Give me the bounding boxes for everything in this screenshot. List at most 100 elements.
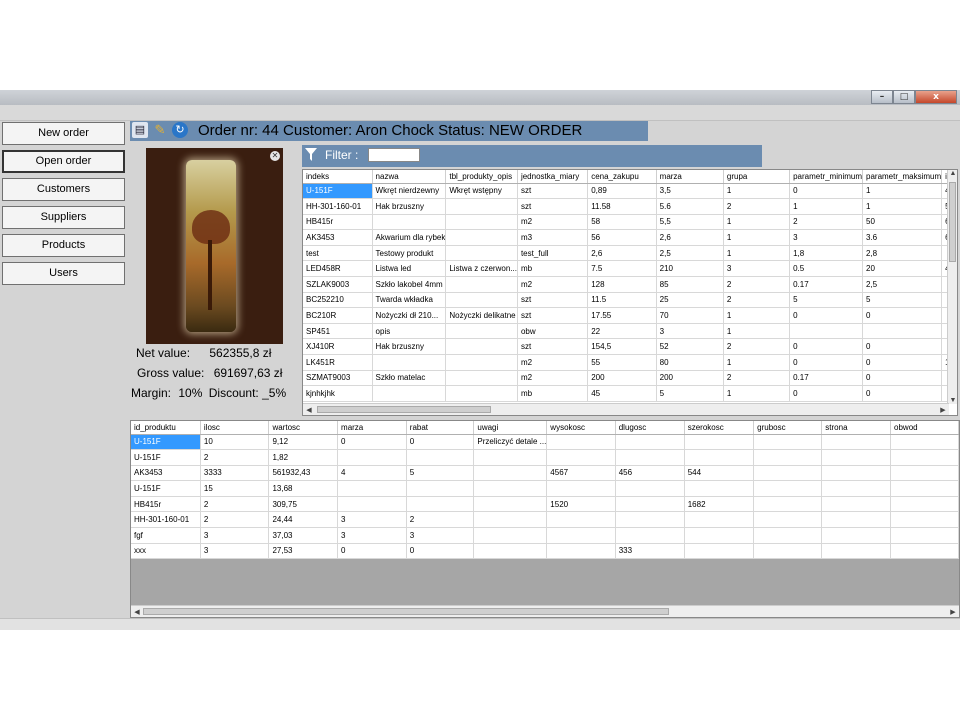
order-item-row[interactable]: U-151F 10 9,12 0 0 Przeliczyć detale ... <box>131 434 959 451</box>
order-item-row[interactable]: U-151F 2 1,82 <box>131 449 959 466</box>
cell-parametr-maksimum[interactable]: 0 <box>862 370 943 387</box>
scroll-down-icon[interactable]: ▼ <box>948 397 957 404</box>
cell-obwod[interactable] <box>890 543 959 560</box>
column-header-tbl-produkty-opis[interactable]: tbl_produkty_opis <box>445 170 518 184</box>
product-row[interactable]: SP451 opis obw 22 3 1 <box>303 323 957 340</box>
cell-grupa[interactable]: 1 <box>723 323 791 340</box>
cell-parametr-minimum[interactable]: 0.17 <box>789 370 863 387</box>
minimize-button[interactable]: – <box>871 90 893 104</box>
cell-grupa[interactable]: 1 <box>723 183 791 200</box>
cell-parametr-maksimum[interactable]: 1 <box>862 198 943 215</box>
cell-parametr-maksimum[interactable]: 5 <box>862 292 943 309</box>
column-header-grubosc[interactable]: grubosc <box>753 421 823 435</box>
open-order-button[interactable]: Open order <box>2 150 125 173</box>
column-header-id-produktu[interactable]: id_produktu <box>131 421 201 435</box>
cell-grupa[interactable]: 1 <box>723 214 791 231</box>
cell-dlugosc[interactable] <box>615 449 685 466</box>
cell-parametr-minimum[interactable]: 0.5 <box>789 260 863 278</box>
product-row[interactable]: kjnhkjhk mb 45 5 1 0 0 <box>303 385 957 402</box>
cell-nazwa[interactable]: Szkło lakobel 4mm <box>372 276 447 293</box>
order-item-row[interactable]: fgf 3 37,03 3 3 <box>131 527 959 544</box>
cell-jednostka-miary[interactable]: m2 <box>517 354 589 371</box>
cell-wartosc[interactable]: 27,53 <box>268 543 339 560</box>
column-header-rabat[interactable]: rabat <box>406 421 475 435</box>
refresh-icon[interactable]: ↻ <box>172 122 188 138</box>
cell-uwagi[interactable] <box>473 511 548 529</box>
cell-parametr-minimum[interactable]: 0.17 <box>789 276 863 293</box>
cell-grupa[interactable]: 2 <box>723 338 791 356</box>
cell-jednostka-miary[interactable]: szt <box>517 183 589 200</box>
cell-wartosc[interactable]: 13,68 <box>268 480 339 497</box>
cell-cena-zakupu[interactable]: 7.5 <box>587 260 657 278</box>
cell-uwagi[interactable] <box>473 543 548 560</box>
cell-rabat[interactable]: 3 <box>406 527 475 544</box>
cell-nazwa[interactable]: Listwa led <box>372 260 447 278</box>
cell-nazwa[interactable]: Hak brzuszny <box>372 198 447 215</box>
cell-marza[interactable] <box>337 449 407 466</box>
cell-cena-zakupu[interactable]: 17.55 <box>587 307 657 324</box>
cell-jednostka-miary[interactable]: mb <box>517 260 589 278</box>
product-row[interactable]: LED458R Listwa led Listwa z czerwon... mb 7.… <box>303 260 957 278</box>
cell-tbl-produkty-opis[interactable] <box>445 214 518 231</box>
cell-obwod[interactable] <box>890 465 959 482</box>
cell-tbl-produkty-opis[interactable]: Wkręt wstępny <box>445 183 518 200</box>
cell-cena-zakupu[interactable]: 0,89 <box>587 183 657 200</box>
column-header-obwod[interactable]: obwod <box>890 421 959 435</box>
cell-dlugosc[interactable] <box>615 527 685 544</box>
cell-dlugosc[interactable] <box>615 480 685 497</box>
cell-wysokosc[interactable] <box>546 543 616 560</box>
cell-tbl-produkty-opis[interactable] <box>445 229 518 246</box>
cell-parametr-maksimum[interactable]: 20 <box>862 260 943 278</box>
cell-tbl-produkty-opis[interactable]: Nożyczki delikatne <box>445 307 518 324</box>
cell-parametr-minimum[interactable]: 0 <box>789 183 863 200</box>
cell-parametr-maksimum[interactable]: 0 <box>862 307 943 324</box>
cell-obwod[interactable] <box>890 449 959 466</box>
cell-grupa[interactable]: 3 <box>723 260 791 278</box>
cell-marza[interactable]: 5,5 <box>656 214 724 231</box>
cell-indeks[interactable]: SP451 <box>303 323 373 340</box>
column-header-szerokosc[interactable]: szerokosc <box>684 421 755 435</box>
cell-nazwa[interactable]: opis <box>372 323 447 340</box>
printer-icon[interactable]: ▤ <box>132 122 148 138</box>
column-header-wysokosc[interactable]: wysokosc <box>546 421 616 435</box>
cell-wartosc[interactable]: 37,03 <box>268 527 339 544</box>
cell-wysokosc[interactable]: 4567 <box>546 465 616 482</box>
cell-jednostka-miary[interactable]: m2 <box>517 370 589 387</box>
cell-grupa[interactable]: 2 <box>723 276 791 293</box>
cell-marza[interactable]: 2,5 <box>656 245 724 262</box>
cell-strona[interactable] <box>821 543 892 560</box>
cell-strona[interactable] <box>821 480 892 497</box>
cell-wartosc[interactable]: 309,75 <box>268 496 339 513</box>
cell-szerokosc[interactable]: 1682 <box>684 496 755 513</box>
cell-grupa[interactable]: 1 <box>723 229 791 246</box>
cell-cena-zakupu[interactable]: 11.58 <box>587 198 657 215</box>
cell-ilosc[interactable]: 2 <box>200 449 270 466</box>
cell-jednostka-miary[interactable]: obw <box>517 323 589 340</box>
order-item-row[interactable]: U-151F 15 13,68 <box>131 480 959 497</box>
cell-grubosc[interactable] <box>753 543 823 560</box>
cell-id-produktu[interactable]: fgf <box>131 527 201 544</box>
cell-indeks[interactable]: LED458R <box>303 260 373 278</box>
cell-jednostka-miary[interactable]: szt <box>517 307 589 324</box>
cell-uwagi[interactable] <box>473 449 548 466</box>
cell-rabat[interactable]: 5 <box>406 465 475 482</box>
cell-grubosc[interactable] <box>753 449 823 466</box>
cell-parametr-minimum[interactable]: 0 <box>789 307 863 324</box>
cell-marza[interactable]: 5.6 <box>656 198 724 215</box>
cell-nazwa[interactable]: Hak brzuszny <box>372 338 447 356</box>
cell-parametr-maksimum[interactable]: 1 <box>862 183 943 200</box>
cell-cena-zakupu[interactable]: 58 <box>587 214 657 231</box>
cell-tbl-produkty-opis[interactable] <box>445 338 518 356</box>
cell-tbl-produkty-opis[interactable] <box>445 292 518 309</box>
cell-tbl-produkty-opis[interactable] <box>445 276 518 293</box>
cell-wysokosc[interactable] <box>546 527 616 544</box>
cell-tbl-produkty-opis[interactable] <box>445 198 518 215</box>
cell-cena-zakupu[interactable]: 45 <box>587 385 657 402</box>
product-row[interactable]: AK3453Akwarium dla rybekm3562,6133.66 <box>303 229 957 246</box>
cell-jednostka-miary[interactable]: szt <box>517 198 589 215</box>
cell-parametr-minimum[interactable]: 5 <box>789 292 863 309</box>
cell-parametr-maksimum[interactable]: 0 <box>862 338 943 356</box>
cell-parametr-minimum[interactable]: 2 <box>789 214 863 231</box>
cell-marza[interactable]: 0 <box>337 543 407 560</box>
cell-tbl-produkty-opis[interactable] <box>445 370 518 387</box>
